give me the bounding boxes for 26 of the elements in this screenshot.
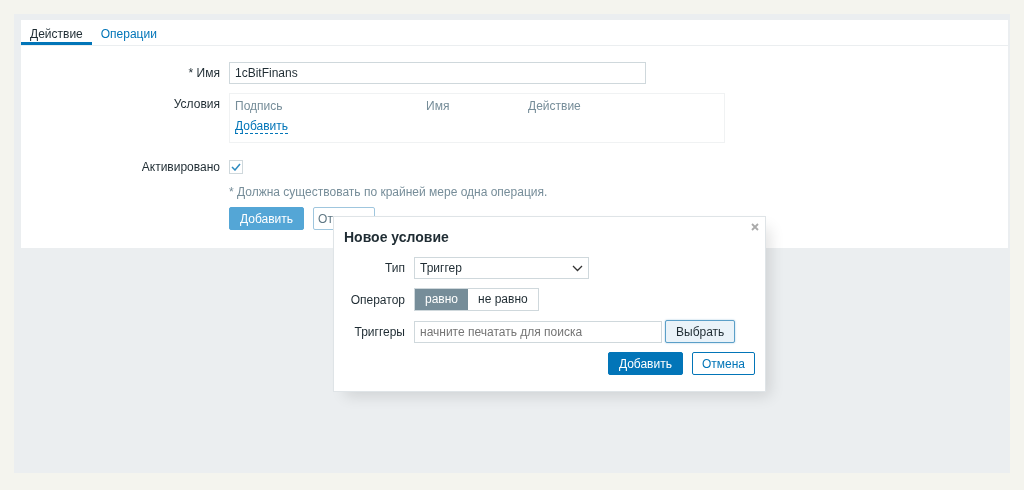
close-icon[interactable]: [751, 223, 759, 231]
add-button[interactable]: Добавить: [607, 352, 683, 375]
caret-icon: [572, 264, 583, 272]
column-header: Имя: [426, 99, 451, 113]
type-dropdown[interactable]: Триггер: [414, 257, 589, 279]
field-label: Триггеры: [353, 324, 406, 339]
tab[interactable]: Операции: [91, 20, 166, 45]
checkbox[interactable]: [229, 160, 243, 174]
add-button[interactable]: Добавить: [229, 207, 305, 230]
operator-option[interactable]: не равно: [468, 289, 538, 310]
search-field[interactable]: начните печатать для поиска: [414, 320, 662, 343]
note-text: * Должна существовать по крайней мере одна операция.: [229, 184, 548, 201]
column-header: Подпись: [235, 99, 284, 113]
column-header: Действие: [528, 99, 582, 113]
dialog-title: Новое условие: [344, 229, 450, 245]
add-link[interactable]: Добавить: [235, 119, 289, 134]
field-label: Условия: [172, 96, 221, 113]
tab[interactable]: Действие: [21, 20, 92, 45]
field-label: Оператор: [349, 292, 406, 307]
field-label: Активировано: [140, 159, 221, 176]
select-button[interactable]: Выбрать: [665, 320, 736, 343]
field-label: * Имя: [187, 65, 221, 82]
cancel-button[interactable]: Отмена: [691, 352, 755, 375]
field-label: Тип: [384, 261, 406, 275]
name-field[interactable]: 1cBitFinans: [229, 62, 646, 84]
operator-option[interactable]: равно: [415, 289, 469, 310]
